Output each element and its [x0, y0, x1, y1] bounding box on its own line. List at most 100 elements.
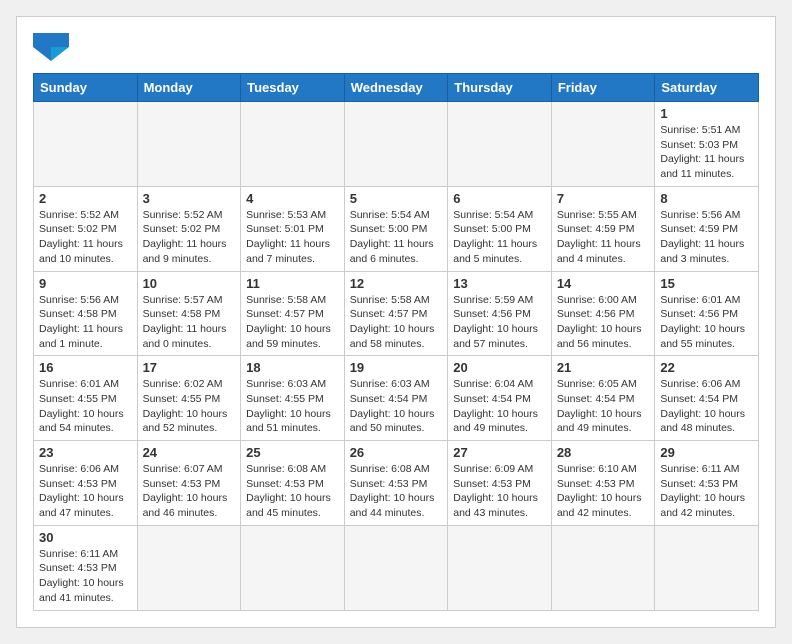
day-number: 20 — [453, 360, 546, 375]
day-number: 14 — [557, 276, 650, 291]
calendar-cell: 1Sunrise: 5:51 AM Sunset: 5:03 PM Daylig… — [655, 102, 759, 187]
day-number: 13 — [453, 276, 546, 291]
calendar-cell: 3 Sunrise: 5:52 AM Sunset: 5:02 PM Daylig… — [137, 186, 241, 271]
day-info: Sunrise: 6:00 AM Sunset: 4:56 PM Dayligh… — [557, 293, 650, 352]
day-info: Sunrise: 6:11 AM Sunset: 4:53 PM Dayligh… — [39, 547, 132, 606]
day-number: 29 — [660, 445, 753, 460]
day-number: 1 — [660, 106, 753, 121]
day-number: 3 — [143, 191, 236, 206]
calendar-cell — [551, 525, 655, 610]
day-info: Sunrise: 5:58 AM Sunset: 4:57 PM Dayligh… — [350, 293, 443, 352]
calendar-week-row: 2 Sunrise: 5:52 AM Sunset: 5:02 PM Daylig… — [34, 186, 759, 271]
calendar-cell: 12 Sunrise: 5:58 AM Sunset: 4:57 PM Dayli… — [344, 271, 448, 356]
day-info: Sunrise: 6:04 AM Sunset: 4:54 PM Dayligh… — [453, 377, 546, 436]
day-header-thursday: Thursday — [448, 74, 552, 102]
calendar-header-row: SundayMondayTuesdayWednesdayThursdayFrid… — [34, 74, 759, 102]
day-info: Sunrise: 5:52 AM Sunset: 5:02 PM Dayligh… — [39, 208, 132, 267]
day-number: 18 — [246, 360, 339, 375]
calendar-week-row: 23Sunrise: 6:06 AM Sunset: 4:53 PM Dayli… — [34, 441, 759, 526]
calendar-cell: 16 Sunrise: 6:01 AM Sunset: 4:55 PM Dayli… — [34, 356, 138, 441]
calendar-week-row: 1Sunrise: 5:51 AM Sunset: 5:03 PM Daylig… — [34, 102, 759, 187]
calendar-cell: 28 Sunrise: 6:10 AM Sunset: 4:53 PM Dayli… — [551, 441, 655, 526]
calendar-cell: 2 Sunrise: 5:52 AM Sunset: 5:02 PM Daylig… — [34, 186, 138, 271]
day-info: Sunrise: 6:09 AM Sunset: 4:53 PM Dayligh… — [453, 462, 546, 521]
calendar-cell: 7 Sunrise: 5:55 AM Sunset: 4:59 PM Daylig… — [551, 186, 655, 271]
calendar-cell — [551, 102, 655, 187]
calendar-cell: 29 Sunrise: 6:11 AM Sunset: 4:53 PM Dayli… — [655, 441, 759, 526]
day-number: 6 — [453, 191, 546, 206]
day-number: 27 — [453, 445, 546, 460]
day-info: Sunrise: 6:08 AM Sunset: 4:53 PM Dayligh… — [350, 462, 443, 521]
day-number: 17 — [143, 360, 236, 375]
calendar-cell — [137, 102, 241, 187]
calendar-table: SundayMondayTuesdayWednesdayThursdayFrid… — [33, 73, 759, 611]
day-info: Sunrise: 6:11 AM Sunset: 4:53 PM Dayligh… — [660, 462, 753, 521]
day-info: Sunrise: 6:03 AM Sunset: 4:54 PM Dayligh… — [350, 377, 443, 436]
day-number: 4 — [246, 191, 339, 206]
calendar-cell: 24Sunrise: 6:07 AM Sunset: 4:53 PM Dayli… — [137, 441, 241, 526]
day-info: Sunrise: 6:01 AM Sunset: 4:55 PM Dayligh… — [39, 377, 132, 436]
calendar-cell — [241, 525, 345, 610]
calendar-cell: 23Sunrise: 6:06 AM Sunset: 4:53 PM Dayli… — [34, 441, 138, 526]
day-header-monday: Monday — [137, 74, 241, 102]
calendar-cell — [137, 525, 241, 610]
calendar-cell: 21Sunrise: 6:05 AM Sunset: 4:54 PM Dayli… — [551, 356, 655, 441]
day-info: Sunrise: 5:59 AM Sunset: 4:56 PM Dayligh… — [453, 293, 546, 352]
day-info: Sunrise: 6:03 AM Sunset: 4:55 PM Dayligh… — [246, 377, 339, 436]
day-info: Sunrise: 6:06 AM Sunset: 4:54 PM Dayligh… — [660, 377, 753, 436]
calendar-cell: 9Sunrise: 5:56 AM Sunset: 4:58 PM Daylig… — [34, 271, 138, 356]
day-header-wednesday: Wednesday — [344, 74, 448, 102]
day-number: 11 — [246, 276, 339, 291]
day-header-tuesday: Tuesday — [241, 74, 345, 102]
day-info: Sunrise: 5:54 AM Sunset: 5:00 PM Dayligh… — [453, 208, 546, 267]
calendar-cell: 20 Sunrise: 6:04 AM Sunset: 4:54 PM Dayli… — [448, 356, 552, 441]
header — [33, 33, 759, 61]
calendar-cell — [448, 525, 552, 610]
day-info: Sunrise: 5:55 AM Sunset: 4:59 PM Dayligh… — [557, 208, 650, 267]
calendar-cell — [241, 102, 345, 187]
day-number: 15 — [660, 276, 753, 291]
calendar-cell: 4 Sunrise: 5:53 AM Sunset: 5:01 PM Daylig… — [241, 186, 345, 271]
day-info: Sunrise: 5:52 AM Sunset: 5:02 PM Dayligh… — [143, 208, 236, 267]
day-number: 28 — [557, 445, 650, 460]
day-info: Sunrise: 6:06 AM Sunset: 4:53 PM Dayligh… — [39, 462, 132, 521]
day-info: Sunrise: 5:53 AM Sunset: 5:01 PM Dayligh… — [246, 208, 339, 267]
day-info: Sunrise: 5:57 AM Sunset: 4:58 PM Dayligh… — [143, 293, 236, 352]
calendar-cell: 11Sunrise: 5:58 AM Sunset: 4:57 PM Dayli… — [241, 271, 345, 356]
calendar-cell — [344, 102, 448, 187]
day-number: 25 — [246, 445, 339, 460]
logo — [33, 33, 73, 61]
day-number: 8 — [660, 191, 753, 206]
day-number: 19 — [350, 360, 443, 375]
day-info: Sunrise: 6:02 AM Sunset: 4:55 PM Dayligh… — [143, 377, 236, 436]
calendar-cell: 25 Sunrise: 6:08 AM Sunset: 4:53 PM Dayli… — [241, 441, 345, 526]
day-number: 10 — [143, 276, 236, 291]
day-info: Sunrise: 6:10 AM Sunset: 4:53 PM Dayligh… — [557, 462, 650, 521]
day-number: 2 — [39, 191, 132, 206]
day-number: 22 — [660, 360, 753, 375]
calendar-cell — [344, 525, 448, 610]
day-number: 16 — [39, 360, 132, 375]
day-number: 9 — [39, 276, 132, 291]
calendar-week-row: 30Sunrise: 6:11 AM Sunset: 4:53 PM Dayli… — [34, 525, 759, 610]
day-header-sunday: Sunday — [34, 74, 138, 102]
calendar-cell — [655, 525, 759, 610]
calendar-cell: 14 Sunrise: 6:00 AM Sunset: 4:56 PM Dayli… — [551, 271, 655, 356]
logo-icon — [33, 33, 69, 61]
calendar-cell: 5Sunrise: 5:54 AM Sunset: 5:00 PM Daylig… — [344, 186, 448, 271]
calendar-cell: 30Sunrise: 6:11 AM Sunset: 4:53 PM Dayli… — [34, 525, 138, 610]
day-number: 7 — [557, 191, 650, 206]
calendar-cell — [34, 102, 138, 187]
calendar-cell: 18 Sunrise: 6:03 AM Sunset: 4:55 PM Dayli… — [241, 356, 345, 441]
day-info: Sunrise: 6:05 AM Sunset: 4:54 PM Dayligh… — [557, 377, 650, 436]
day-number: 24 — [143, 445, 236, 460]
day-header-friday: Friday — [551, 74, 655, 102]
day-number: 12 — [350, 276, 443, 291]
day-info: Sunrise: 6:08 AM Sunset: 4:53 PM Dayligh… — [246, 462, 339, 521]
day-info: Sunrise: 5:54 AM Sunset: 5:00 PM Dayligh… — [350, 208, 443, 267]
calendar-cell: 19 Sunrise: 6:03 AM Sunset: 4:54 PM Dayli… — [344, 356, 448, 441]
calendar-cell: 13 Sunrise: 5:59 AM Sunset: 4:56 PM Dayli… — [448, 271, 552, 356]
day-header-saturday: Saturday — [655, 74, 759, 102]
calendar-cell: 26Sunrise: 6:08 AM Sunset: 4:53 PM Dayli… — [344, 441, 448, 526]
day-info: Sunrise: 6:01 AM Sunset: 4:56 PM Dayligh… — [660, 293, 753, 352]
